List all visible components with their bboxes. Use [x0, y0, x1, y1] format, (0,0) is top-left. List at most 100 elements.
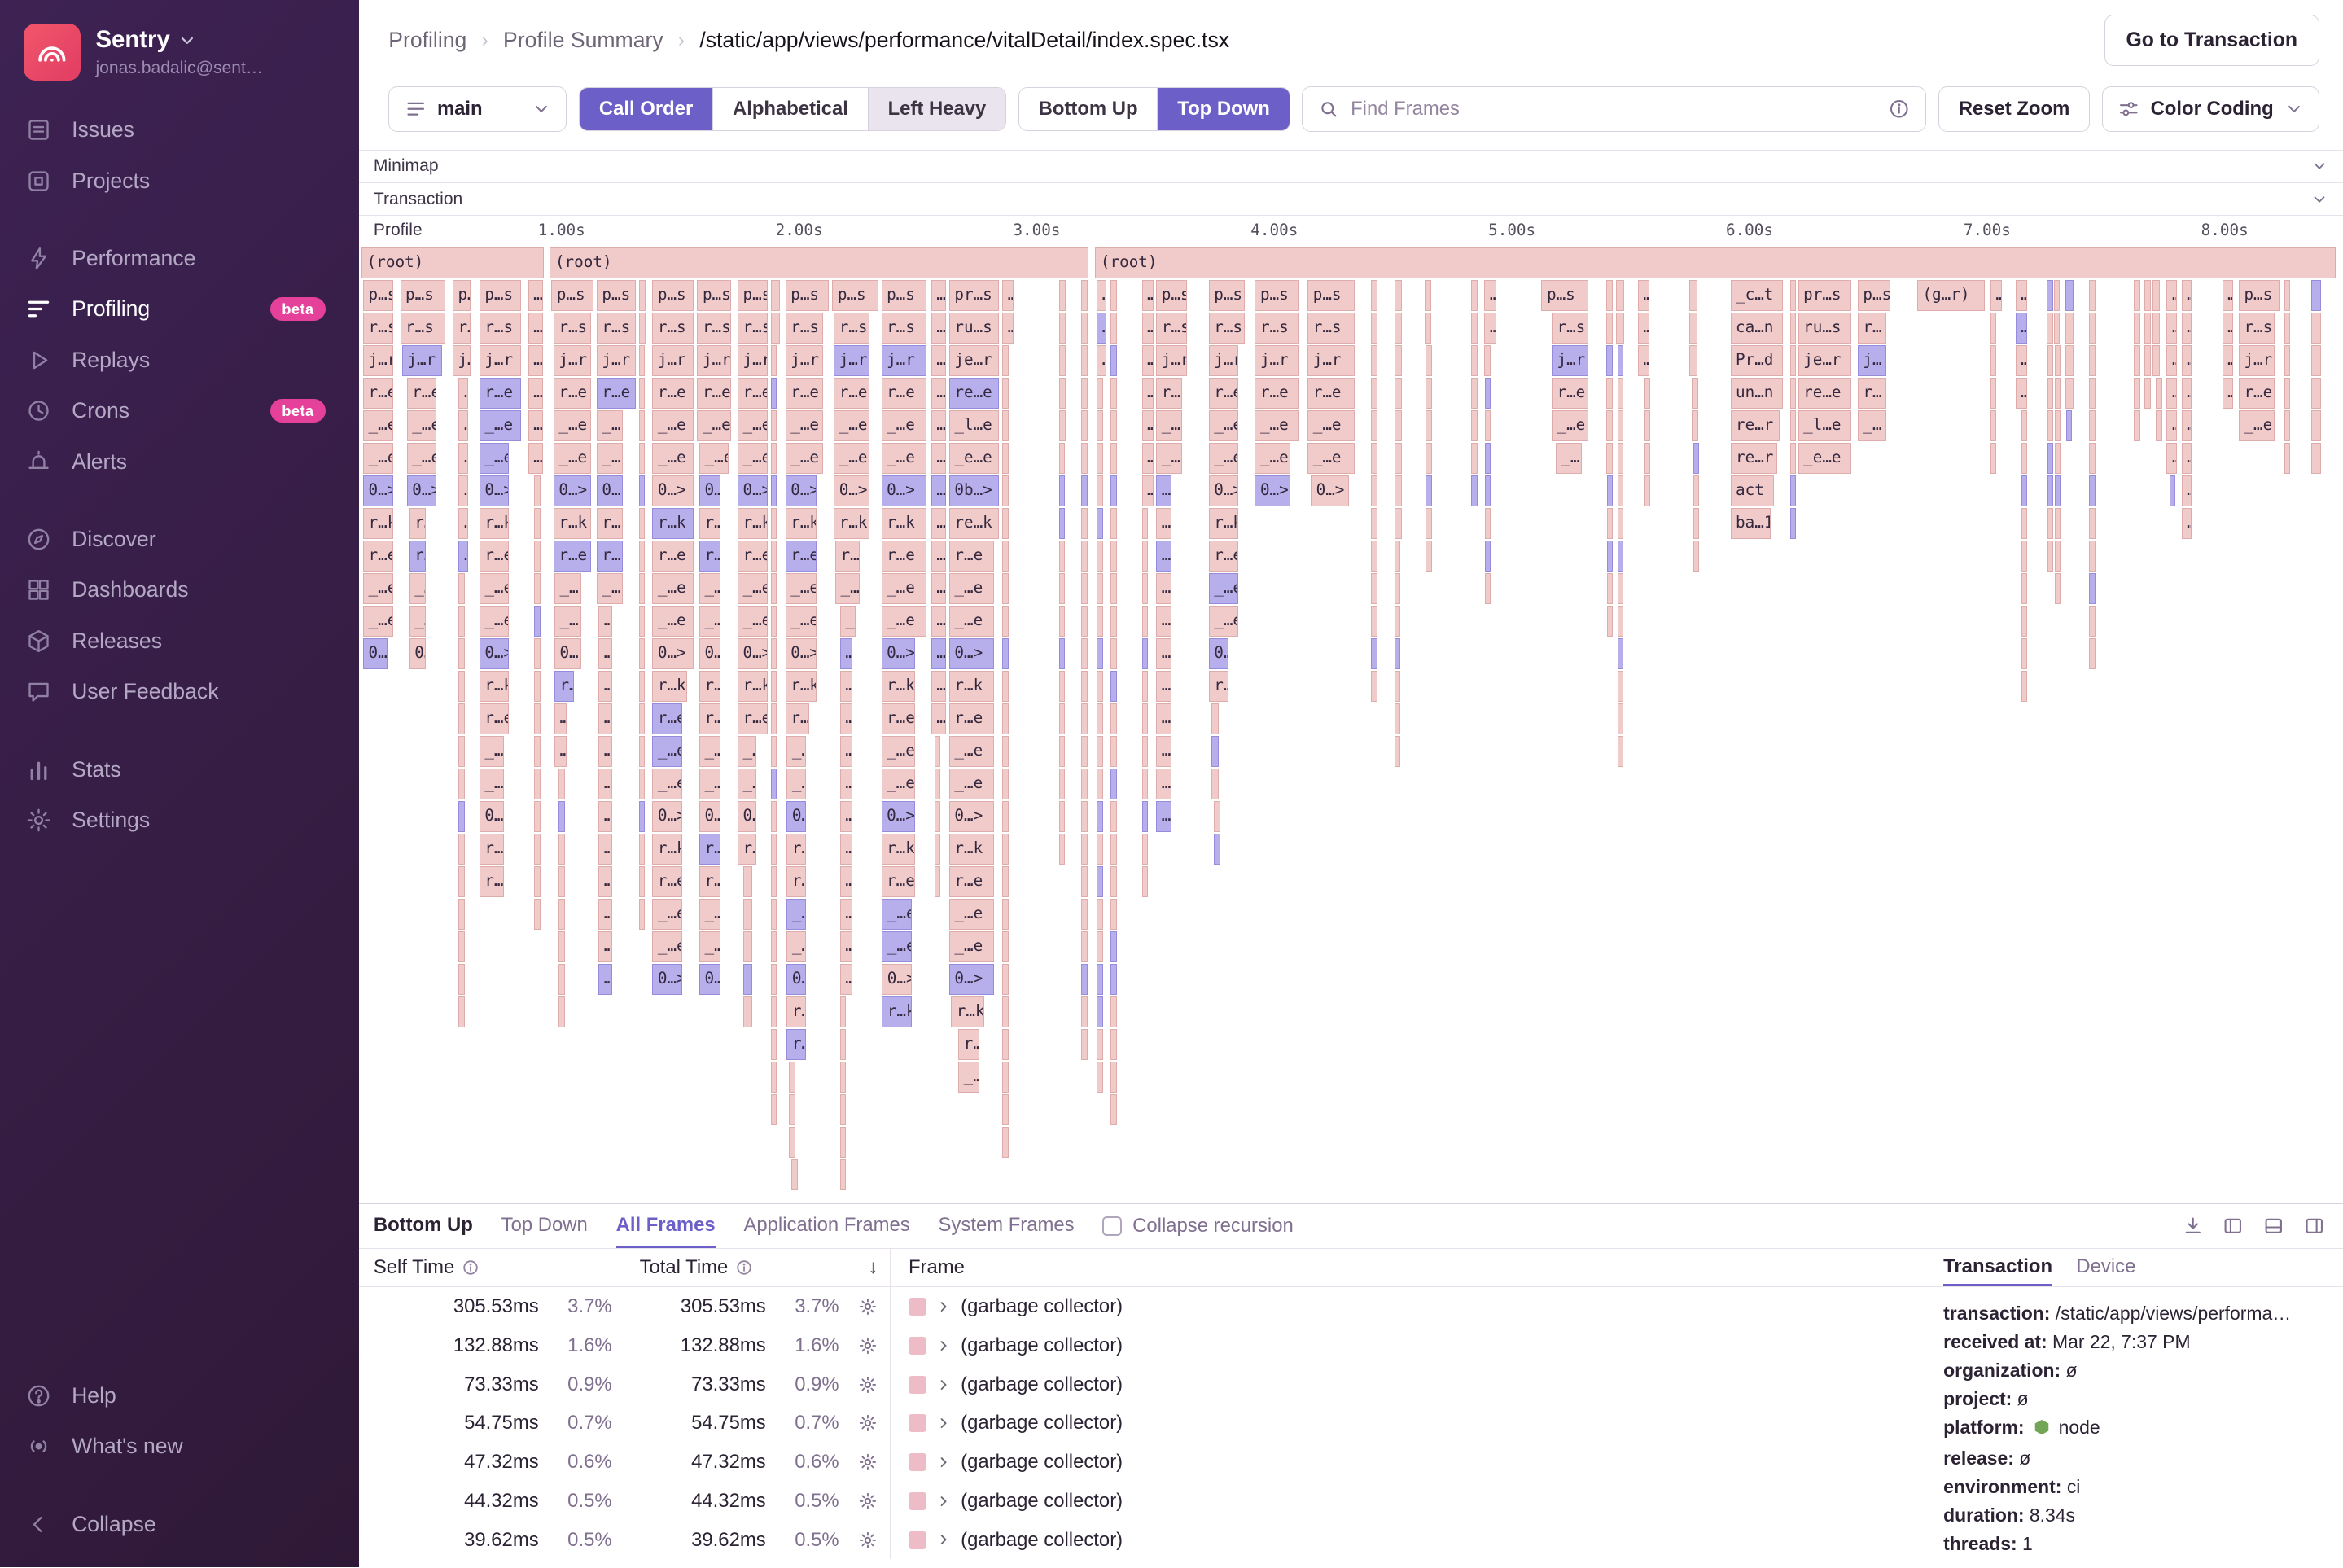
flame-frame[interactable]: r…e [553, 540, 592, 572]
flame-frame[interactable]: j…r [401, 344, 443, 376]
sort-option-alphabetical[interactable]: Alphabetical [712, 88, 868, 130]
flame-frame[interactable] [1058, 572, 1066, 604]
sidebar-item-issues[interactable]: Issues [0, 104, 359, 155]
flame-frame[interactable]: j…r [881, 344, 926, 376]
flame-frame[interactable] [934, 866, 941, 897]
flame-frame[interactable]: r…s [1307, 312, 1355, 344]
flame-frame[interactable]: … [2222, 279, 2233, 311]
table-row[interactable]: 47.32ms 0.6% 47.32ms 0.6% (garbage collector… [359, 1443, 1925, 1482]
flame-frame[interactable] [2021, 572, 2028, 604]
flame-frame[interactable] [534, 866, 541, 897]
flame-frame[interactable] [2054, 475, 2061, 506]
flame-frame[interactable]: r…s [363, 312, 394, 344]
flame-frame[interactable]: re…r [1730, 442, 1777, 474]
flame-frame[interactable]: _…e [785, 442, 824, 474]
flame-frame[interactable]: _c…t [1730, 279, 1784, 311]
flame-frame[interactable] [1002, 866, 1009, 897]
flame-frame[interactable] [534, 769, 541, 799]
flame-frame[interactable] [1617, 605, 1624, 637]
flame-frame[interactable] [1617, 540, 1624, 572]
flame-frame[interactable] [1097, 410, 1103, 441]
flame-frame[interactable]: p…s [881, 279, 926, 311]
flame-frame[interactable] [1426, 540, 1432, 572]
flame-frame[interactable] [934, 834, 941, 865]
flame-frame[interactable]: … [1637, 344, 1650, 376]
flame-frame[interactable] [1002, 507, 1009, 539]
flame-frame[interactable] [1002, 1127, 1009, 1158]
flame-frame[interactable]: r… [786, 1029, 806, 1060]
flame-frame[interactable] [1110, 1094, 1117, 1125]
sort-descending-icon[interactable]: ↓ [868, 1256, 878, 1279]
flame-frame[interactable] [1097, 1029, 1103, 1060]
flame-frame[interactable]: _… [479, 769, 504, 799]
flame-frame[interactable]: r…e [652, 703, 682, 734]
flame-frame[interactable]: … [528, 279, 543, 311]
flame-frame[interactable] [1789, 507, 1797, 539]
flame-frame[interactable] [770, 866, 777, 897]
flame-frame[interactable]: … [598, 801, 612, 832]
flame-frame[interactable]: _e…e [948, 442, 999, 474]
gear-icon[interactable] [858, 1531, 878, 1550]
flame-frame[interactable]: … [2181, 507, 2192, 539]
flame-frame[interactable]: re…k [948, 507, 999, 539]
flame-frame[interactable]: r… [786, 996, 806, 1027]
flame-frame[interactable]: … [2166, 279, 2177, 311]
collapse-recursion-checkbox[interactable] [1102, 1215, 1123, 1236]
flame-frame[interactable] [742, 964, 752, 995]
flame-frame[interactable] [2089, 605, 2096, 637]
flame-frame[interactable] [770, 834, 777, 865]
flame-frame[interactable] [1617, 442, 1624, 474]
flame-frame[interactable]: r…s [1255, 312, 1299, 344]
flame-frame[interactable]: … [2222, 377, 2233, 409]
flame-frame[interactable]: r…s [1551, 312, 1588, 344]
flame-frame[interactable] [1990, 344, 1997, 376]
flame-frame[interactable]: _… [1555, 442, 1583, 474]
sidebar-item-releases[interactable]: Releases [0, 615, 359, 666]
transaction-section-header[interactable]: Transaction [358, 182, 2343, 217]
flame-frame[interactable] [1990, 312, 1997, 344]
flame-frame[interactable]: … [839, 834, 852, 865]
chevron-right-icon[interactable] [935, 1338, 952, 1354]
flame-frame[interactable] [1097, 834, 1103, 865]
flame-frame[interactable] [2311, 377, 2321, 409]
flame-frame[interactable]: _…e [785, 605, 817, 637]
flame-frame[interactable] [1081, 703, 1088, 734]
flame-frame[interactable]: _…e [882, 899, 912, 930]
flame-frame[interactable]: 0…> [652, 475, 694, 506]
flame-frame[interactable] [770, 475, 777, 506]
flame-frame[interactable]: … [839, 899, 852, 930]
chevron-right-icon[interactable] [935, 1299, 952, 1315]
flame-frame[interactable] [1484, 344, 1491, 376]
flame-frame[interactable] [1141, 637, 1148, 669]
flame-frame[interactable]: _… [786, 899, 806, 930]
flame-frame[interactable]: r…k [652, 670, 688, 702]
tab-application-frames[interactable]: Application Frames [743, 1203, 909, 1248]
flame-frame[interactable] [1097, 899, 1103, 930]
flame-frame[interactable]: … [839, 637, 852, 669]
flame-frame[interactable] [1110, 1029, 1117, 1060]
flame-frame[interactable]: r…k [951, 996, 985, 1027]
flame-frame[interactable] [839, 1029, 847, 1060]
flame-frame[interactable]: … [458, 540, 468, 572]
flame-frame[interactable]: r…e [1208, 540, 1238, 572]
flame-frame[interactable]: j…r [785, 344, 824, 376]
flame-frame[interactable] [638, 736, 646, 767]
flame-frame[interactable] [1644, 442, 1651, 474]
flame-frame[interactable] [934, 769, 941, 799]
flame-frame[interactable]: re…e [948, 377, 999, 409]
flame-frame[interactable]: … [598, 605, 612, 637]
flame-frame[interactable]: r…k [737, 670, 768, 702]
flame-frame[interactable]: je…r [1798, 344, 1851, 376]
color-coding-button[interactable]: Color Coding [2101, 86, 2319, 132]
flame-frame[interactable] [1693, 540, 1700, 572]
flame-frame[interactable]: r…e [881, 703, 916, 734]
flame-frame[interactable]: … [528, 312, 543, 344]
flame-frame[interactable]: r…k [652, 834, 682, 865]
flame-frame[interactable]: p…s [832, 279, 878, 311]
flame-frame[interactable]: r…k [785, 507, 817, 539]
flame-frame[interactable]: … [1484, 279, 1496, 311]
flame-frame[interactable]: _… [409, 572, 427, 604]
flame-frame[interactable] [1484, 572, 1491, 604]
chevron-right-icon[interactable] [935, 1377, 952, 1393]
flame-frame[interactable]: r…e [479, 377, 522, 409]
